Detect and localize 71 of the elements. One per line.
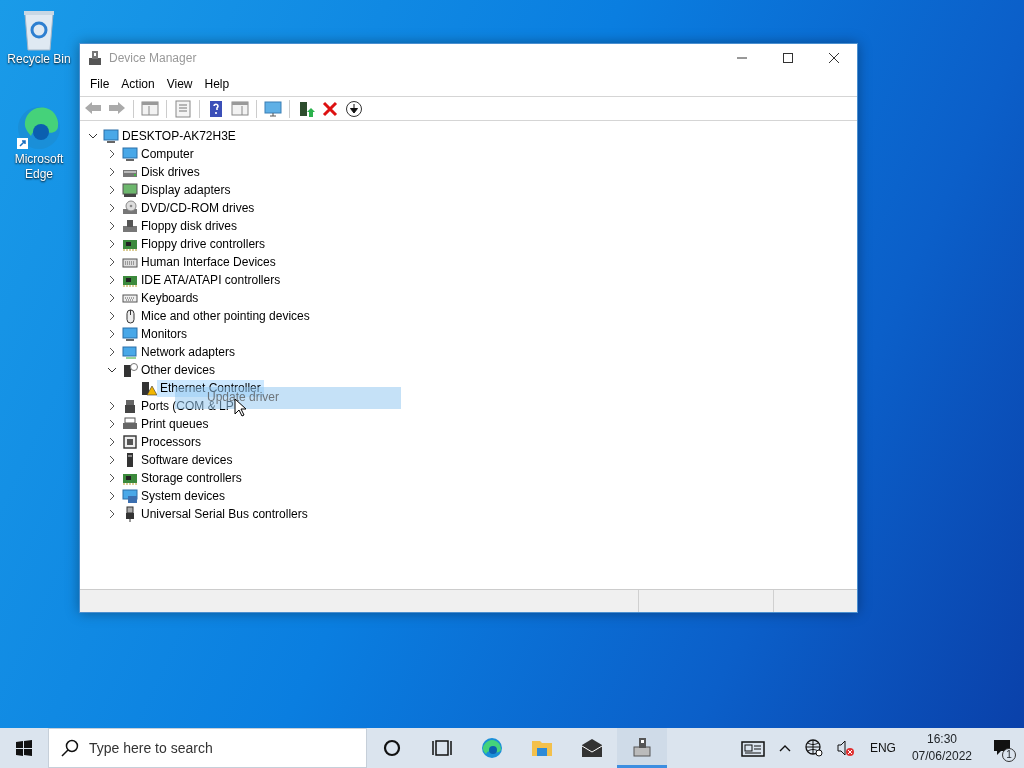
properties-icon: [174, 99, 192, 118]
window-title: Device Manager: [109, 50, 197, 67]
tree-item[interactable]: Display adapters: [138, 181, 234, 199]
computer-icon: [103, 128, 119, 144]
processor-icon: [122, 434, 138, 450]
remove-icon: [321, 99, 339, 118]
tree-item[interactable]: Software devices: [138, 451, 236, 469]
tree-item[interactable]: Print queues: [138, 415, 212, 433]
tree-item[interactable]: DVD/CD-ROM drives: [138, 199, 258, 217]
chevron-up-icon: [778, 744, 791, 752]
download-icon: [345, 99, 363, 118]
clock-time[interactable]: 16:30: [926, 731, 957, 748]
maximize-icon: [782, 52, 794, 64]
warning-device-icon: [141, 380, 157, 396]
tree-item[interactable]: System devices: [138, 487, 229, 505]
close-icon: [828, 52, 840, 64]
port-icon: [122, 398, 138, 414]
tree-item[interactable]: DESKTOP-AK72H3E: [119, 127, 239, 145]
network-adapter-icon: [122, 344, 138, 360]
search-box[interactable]: Type here to search: [48, 728, 367, 768]
menu-item[interactable]: View: [160, 73, 199, 95]
tree-item[interactable]: IDE ATA/ATAPI controllers: [138, 271, 284, 289]
network-icon: [804, 739, 823, 757]
notification-icon[interactable]: [992, 738, 1012, 758]
tree-item[interactable]: Human Interface Devices: [138, 253, 279, 271]
tree-item[interactable]: Monitors: [138, 325, 190, 343]
help-icon: [207, 99, 225, 118]
unknown-device-icon: [122, 362, 138, 378]
tree-item[interactable]: Floppy drive controllers: [138, 235, 269, 253]
monitor-icon: [264, 99, 282, 118]
tree-item[interactable]: Universal Serial Bus controllers: [138, 505, 311, 523]
news-icon: [740, 739, 765, 757]
edge-icon: [481, 737, 503, 759]
tree-item[interactable]: Network adapters: [138, 343, 239, 361]
tree-item[interactable]: Floppy disk drives: [138, 217, 241, 235]
device-manager-icon: [631, 735, 653, 758]
display-adapter-icon: [122, 182, 138, 198]
menu-item[interactable]: Action: [115, 73, 161, 95]
action-pane-icon: [231, 99, 249, 118]
update-driver-icon: [297, 99, 315, 118]
tree-item[interactable]: Computer: [138, 145, 197, 163]
search-icon: [61, 739, 79, 757]
printer-icon: [122, 416, 138, 432]
console-tree-icon: [141, 99, 159, 118]
disc-drive-icon: [122, 200, 138, 216]
windows-icon: [16, 740, 32, 756]
tree-item[interactable]: Mice and other pointing devices: [138, 307, 313, 325]
computer-icon: [122, 326, 138, 342]
tree-item[interactable]: Disk drives: [138, 163, 203, 181]
tree-item[interactable]: Processors: [138, 433, 205, 451]
clock-date[interactable]: 07/06/2022: [911, 748, 972, 765]
mail-icon: [581, 737, 603, 759]
chevron-down-icon: [88, 131, 98, 141]
search-field[interactable]: Type here to search: [86, 729, 366, 767]
device-manager-icon: [87, 50, 103, 66]
menu-item[interactable]: File: [84, 73, 116, 95]
notification-count: 1: [1002, 748, 1016, 762]
tree-item[interactable]: Other devices: [138, 361, 219, 379]
edge-icon[interactable]: [15, 104, 63, 152]
toolbar-button[interactable]: [344, 98, 364, 119]
cortana-icon: [381, 737, 403, 759]
chevron-down-icon: [107, 365, 117, 375]
tree-item[interactable]: Keyboards: [138, 289, 202, 307]
tree-item[interactable]: Storage controllers: [138, 469, 245, 487]
floppy-drive-icon: [122, 218, 138, 234]
computer-icon: [122, 146, 138, 162]
language-indicator[interactable]: ENG: [861, 728, 904, 768]
system-device-icon: [122, 488, 138, 504]
task-view-icon: [431, 737, 453, 759]
speaker-muted-icon: [836, 739, 855, 757]
menu-item[interactable]: Help: [198, 73, 236, 95]
